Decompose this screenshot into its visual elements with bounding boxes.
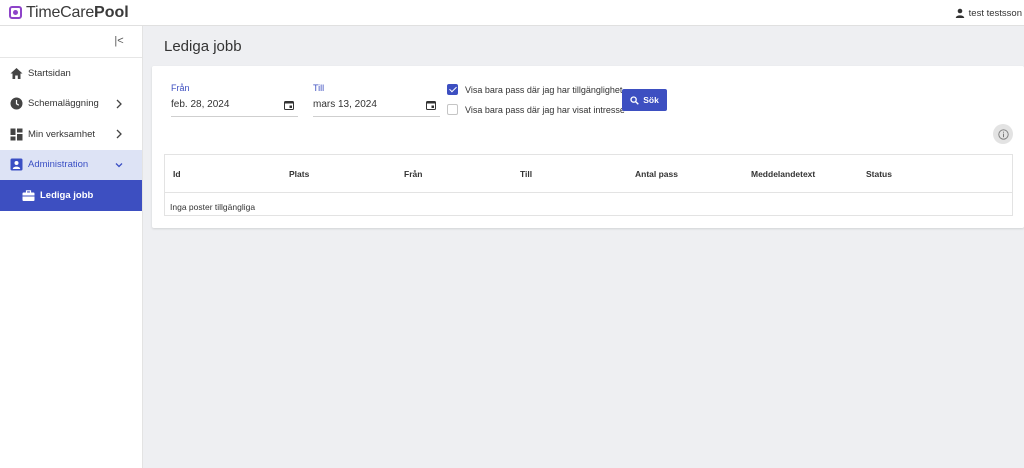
from-date-field: Från feb. 28, 2024 xyxy=(171,83,298,117)
sidebar-item-label: Startsidan xyxy=(28,67,71,79)
column-header-fran[interactable]: Från xyxy=(404,169,422,179)
chevron-down-icon xyxy=(115,162,123,167)
sidebar-item-label: Schemaläggning xyxy=(28,98,99,110)
clock-icon xyxy=(10,97,23,110)
column-header-antal-pass[interactable]: Antal pass xyxy=(635,169,678,179)
sidebar-item-label: Min verksamhet xyxy=(28,128,96,140)
availability-checkbox-row[interactable]: Visa bara pass där jag har tillgänglighe… xyxy=(447,84,622,95)
column-header-status[interactable]: Status xyxy=(866,169,892,179)
sidebar-item-administration[interactable]: Administration xyxy=(0,149,142,180)
top-bar: TimeCare Pool test testsson xyxy=(0,0,1024,26)
calendar-icon[interactable] xyxy=(426,100,436,110)
availability-checkbox[interactable] xyxy=(447,84,458,95)
column-header-plats[interactable]: Plats xyxy=(289,169,309,179)
to-date-value: mars 13, 2024 xyxy=(313,99,377,110)
chevron-right-icon xyxy=(116,99,122,108)
person-icon xyxy=(955,8,964,18)
search-icon xyxy=(630,95,639,105)
user-menu[interactable]: test testsson xyxy=(955,0,1022,26)
app-logo[interactable]: TimeCare Pool xyxy=(9,4,129,22)
dashboard-icon xyxy=(10,128,23,141)
to-date-field: Till mars 13, 2024 xyxy=(313,83,440,117)
availability-checkbox-label: Visa bara pass där jag har tillgänglighe… xyxy=(465,84,623,95)
sidebar-item-schemalaggning[interactable]: Schemaläggning xyxy=(0,89,142,120)
sidebar: |< Startsidan Schemaläggning Min verksam… xyxy=(0,26,143,468)
main-content: Lediga jobb Från feb. 28, 2024 Till mars… xyxy=(143,26,1024,468)
sidebar-item-min-verksamhet[interactable]: Min verksamhet xyxy=(0,119,142,150)
from-date-input[interactable]: feb. 28, 2024 xyxy=(171,99,298,117)
chevron-right-icon xyxy=(116,129,122,139)
table-empty-message: Inga poster tillgängliga xyxy=(170,202,256,212)
calendar-icon[interactable] xyxy=(284,100,294,110)
interest-checkbox-label: Visa bara pass där jag har visat intress… xyxy=(465,104,625,115)
search-button-label: Sök xyxy=(643,95,659,105)
jobs-table: Id Plats Från Till Antal pass Meddelande… xyxy=(164,154,1013,216)
column-header-till[interactable]: Till xyxy=(520,169,532,179)
interest-checkbox[interactable] xyxy=(447,104,458,115)
from-date-value: feb. 28, 2024 xyxy=(171,99,230,110)
logo-text-bold: Pool xyxy=(94,3,129,21)
collapse-left-icon[interactable]: |< xyxy=(112,34,126,48)
sidebar-item-lediga-jobb[interactable]: Lediga jobb xyxy=(0,180,142,211)
to-date-label: Till xyxy=(313,83,325,93)
info-button[interactable] xyxy=(993,124,1013,144)
logo-icon xyxy=(9,6,22,19)
badge-icon xyxy=(10,158,23,171)
home-icon xyxy=(10,67,23,79)
sidebar-item-startsidan[interactable]: Startsidan xyxy=(0,58,142,89)
search-button[interactable]: Sök xyxy=(622,89,667,111)
filter-card: Från feb. 28, 2024 Till mars 13, 2024 Vi… xyxy=(152,66,1024,228)
info-icon xyxy=(997,128,1009,140)
sidebar-item-label: Administration xyxy=(28,159,89,171)
interest-checkbox-row[interactable]: Visa bara pass där jag har visat intress… xyxy=(447,104,625,115)
user-name: test testsson xyxy=(968,7,1022,19)
sidebar-item-label: Lediga jobb xyxy=(40,189,94,201)
briefcase-icon xyxy=(22,189,35,201)
table-header: Id Plats Från Till Antal pass Meddelande… xyxy=(165,155,1012,193)
logo-text-light: TimeCare xyxy=(26,3,95,21)
from-date-label: Från xyxy=(171,83,190,93)
column-header-id[interactable]: Id xyxy=(173,169,181,179)
to-date-input[interactable]: mars 13, 2024 xyxy=(313,99,440,117)
column-header-meddelandetext[interactable]: Meddelandetext xyxy=(751,169,815,179)
page-title: Lediga jobb xyxy=(164,38,242,55)
sidebar-collapse-row: |< xyxy=(0,26,142,58)
